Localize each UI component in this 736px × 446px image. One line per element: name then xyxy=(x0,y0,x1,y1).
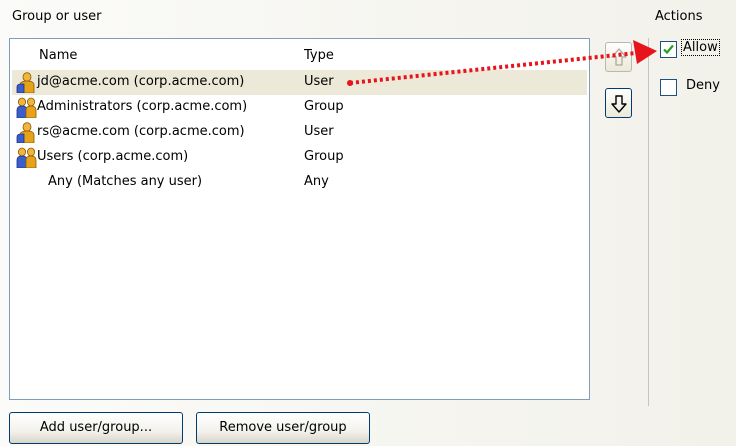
user-group-list[interactable]: Name Type jd@acme.com (corp.acme.com) Us… xyxy=(9,38,590,400)
single-user-icon xyxy=(16,72,38,94)
list-row[interactable]: Any (Matches any user) Any xyxy=(12,170,587,195)
deny-label[interactable]: Deny xyxy=(686,78,720,93)
group-users-icon xyxy=(16,97,38,119)
row-type: Group xyxy=(304,149,344,164)
list-row[interactable]: Administrators (corp.acme.com) Group xyxy=(12,95,587,120)
add-user-group-button[interactable]: Add user/group... xyxy=(9,412,183,444)
move-up-button[interactable] xyxy=(605,42,632,72)
down-arrow-icon xyxy=(611,95,627,113)
list-header: Name Type xyxy=(10,39,589,69)
list-row[interactable]: Users (corp.acme.com) Group xyxy=(12,145,587,170)
row-type: User xyxy=(304,124,334,139)
remove-user-group-button[interactable]: Remove user/group xyxy=(196,412,370,444)
move-down-button[interactable] xyxy=(605,88,632,118)
row-name: Any (Matches any user) xyxy=(48,174,203,189)
checkmark-icon xyxy=(663,44,674,55)
actions-label: Actions xyxy=(655,9,703,24)
row-name: rs@acme.com (corp.acme.com) xyxy=(37,124,245,139)
row-name: Users (corp.acme.com) xyxy=(37,149,189,164)
up-arrow-icon xyxy=(611,48,627,66)
deny-checkbox[interactable] xyxy=(660,79,677,96)
column-header-type[interactable]: Type xyxy=(304,48,334,63)
allow-label[interactable]: Allow xyxy=(681,39,720,56)
row-type: Group xyxy=(304,99,344,114)
single-user-icon xyxy=(16,122,38,144)
column-header-name[interactable]: Name xyxy=(39,48,77,63)
row-type: User xyxy=(304,74,334,89)
allow-checkbox[interactable] xyxy=(660,41,677,58)
row-name: jd@acme.com (corp.acme.com) xyxy=(37,74,245,89)
list-row[interactable]: jd@acme.com (corp.acme.com) User xyxy=(12,70,587,95)
row-type: Any xyxy=(304,174,329,189)
group-users-icon xyxy=(16,147,38,169)
group-or-user-label: Group or user xyxy=(12,9,102,24)
list-row[interactable]: rs@acme.com (corp.acme.com) User xyxy=(12,120,587,145)
row-name: Administrators (corp.acme.com) xyxy=(37,99,248,114)
vertical-divider xyxy=(648,38,649,406)
